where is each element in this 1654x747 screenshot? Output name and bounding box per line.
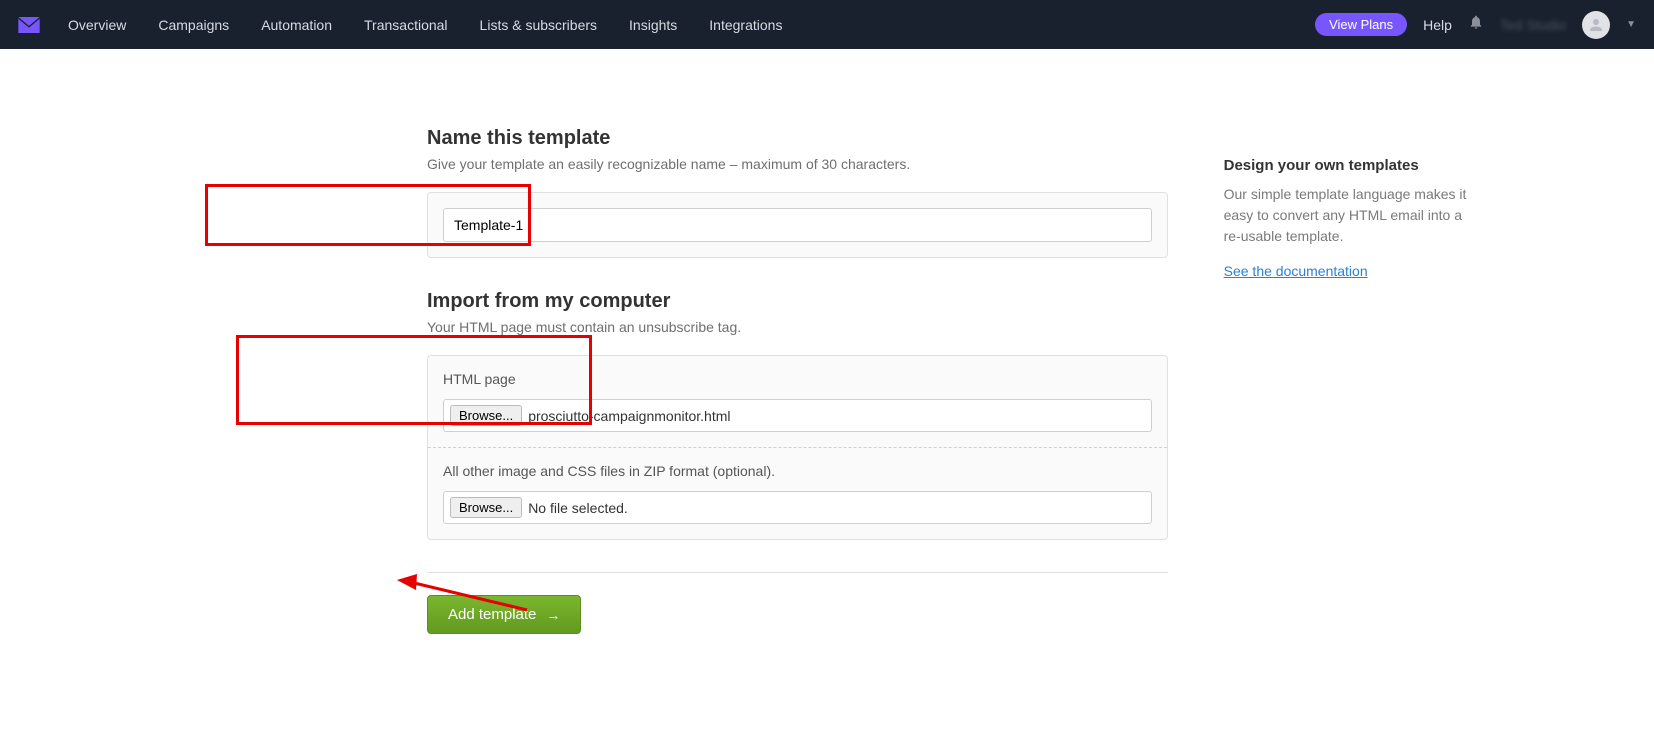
nav-items: Overview Campaigns Automation Transactio…	[68, 17, 782, 33]
user-name: Ted Studio	[1500, 17, 1566, 33]
html-file-section: HTML page Browse... prosciutto-campaignm…	[428, 356, 1167, 447]
browse-html-button[interactable]: Browse...	[450, 405, 522, 426]
import-subtitle: Your HTML page must contain an unsubscri…	[427, 319, 1168, 335]
divider	[427, 572, 1168, 573]
avatar[interactable]	[1582, 11, 1610, 39]
name-panel	[427, 192, 1168, 258]
arrow-right-icon: →	[546, 607, 560, 623]
logo-icon	[18, 17, 40, 33]
nav-lists-subscribers[interactable]: Lists & subscribers	[480, 17, 597, 33]
main-column: Name this template Give your template an…	[427, 127, 1168, 634]
template-name-input[interactable]	[443, 208, 1152, 242]
add-template-label: Add template	[448, 606, 536, 623]
html-file-name: prosciutto-campaignmonitor.html	[528, 408, 730, 424]
zip-file-section: All other image and CSS files in ZIP for…	[428, 447, 1167, 539]
notifications-icon[interactable]	[1468, 14, 1484, 35]
name-heading: Name this template	[427, 127, 1168, 150]
name-subtitle: Give your template an easily recognizabl…	[427, 156, 1168, 172]
import-panel: HTML page Browse... prosciutto-campaignm…	[427, 355, 1168, 540]
html-file-row: Browse... prosciutto-campaignmonitor.htm…	[443, 399, 1152, 432]
help-link[interactable]: Help	[1423, 17, 1452, 33]
import-heading: Import from my computer	[427, 290, 1168, 313]
nav-integrations[interactable]: Integrations	[709, 17, 782, 33]
nav-right: View Plans Help Ted Studio ▼	[1315, 11, 1636, 39]
browse-zip-button[interactable]: Browse...	[450, 497, 522, 518]
zip-file-row: Browse... No file selected.	[443, 491, 1152, 524]
nav-campaigns[interactable]: Campaigns	[158, 17, 229, 33]
nav-transactional[interactable]: Transactional	[364, 17, 448, 33]
nav-automation[interactable]: Automation	[261, 17, 332, 33]
sidebar-text: Our simple template language makes it ea…	[1224, 184, 1477, 247]
view-plans-button[interactable]: View Plans	[1315, 13, 1407, 36]
zip-file-name: No file selected.	[528, 500, 628, 516]
add-template-button[interactable]: Add template →	[427, 595, 581, 634]
zip-label: All other image and CSS files in ZIP for…	[443, 463, 1152, 479]
top-nav: Overview Campaigns Automation Transactio…	[0, 0, 1654, 49]
nav-insights[interactable]: Insights	[629, 17, 677, 33]
documentation-link[interactable]: See the documentation	[1224, 263, 1368, 279]
nav-overview[interactable]: Overview	[68, 17, 126, 33]
sidebar: Design your own templates Our simple tem…	[1224, 127, 1477, 634]
page-content: Name this template Give your template an…	[177, 49, 1477, 634]
html-page-label: HTML page	[443, 371, 1152, 387]
user-menu-caret-icon[interactable]: ▼	[1626, 19, 1636, 30]
sidebar-heading: Design your own templates	[1224, 157, 1477, 174]
